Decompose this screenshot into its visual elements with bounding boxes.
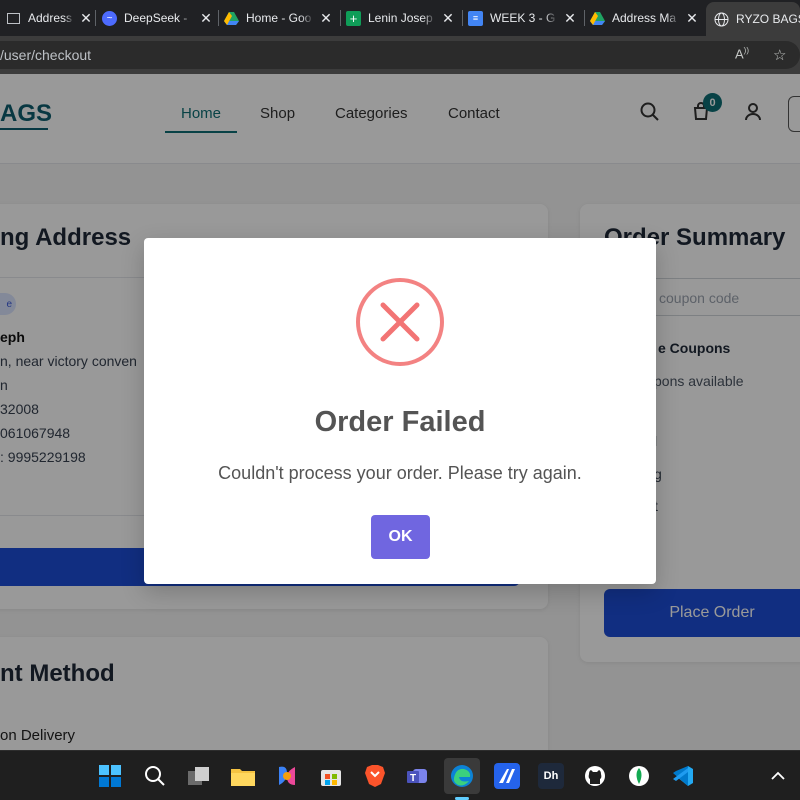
chevron-up-icon[interactable] xyxy=(765,763,791,789)
dialog-title: Order Failed xyxy=(314,406,486,438)
svg-text:T: T xyxy=(410,773,416,784)
google-drive-icon xyxy=(224,11,239,26)
file-explorer-icon[interactable] xyxy=(230,763,256,789)
close-tab-icon[interactable]: ✕ xyxy=(440,10,456,27)
dbeaver-icon[interactable]: Dh xyxy=(538,763,564,789)
deepseek-icon: ~ xyxy=(102,10,117,26)
browser-tab[interactable]: Home - Goo ✕ xyxy=(224,2,334,34)
ok-button[interactable]: OK xyxy=(371,515,430,559)
browser-tab-bar: Address Dis ✕ ~ DeepSeek - ✕ Home - Goo … xyxy=(0,0,800,36)
close-tab-icon[interactable]: ✕ xyxy=(562,10,578,27)
favorite-star-icon[interactable]: ☆ xyxy=(773,46,786,64)
browser-tab[interactable]: Address Ma ✕ xyxy=(590,2,700,34)
address-bar: /user/checkout A)) ☆ xyxy=(0,36,800,74)
read-aloud-icon[interactable]: A)) xyxy=(735,46,749,61)
search-icon[interactable] xyxy=(142,763,168,789)
windows-start-icon[interactable] xyxy=(97,763,123,789)
microsoft-store-icon[interactable] xyxy=(318,763,344,789)
mongodb-compass-icon[interactable] xyxy=(494,763,520,789)
brave-icon[interactable] xyxy=(362,763,388,789)
url-field[interactable]: /user/checkout A)) ☆ xyxy=(0,41,800,69)
vscode-icon[interactable] xyxy=(670,763,696,789)
order-failed-dialog: Order Failed Couldn't process your order… xyxy=(144,238,656,584)
error-x-icon xyxy=(356,278,444,366)
copilot-icon[interactable] xyxy=(274,763,300,789)
close-tab-icon[interactable]: ✕ xyxy=(318,10,334,27)
google-sheets-icon: + xyxy=(346,10,361,26)
teams-icon[interactable]: T xyxy=(406,763,432,789)
mongodb-icon[interactable] xyxy=(626,763,652,789)
google-drive-icon xyxy=(590,11,605,26)
browser-tab[interactable]: + Lenin Josep ✕ xyxy=(346,2,456,34)
google-docs-icon: ≡ xyxy=(468,10,483,26)
github-icon[interactable] xyxy=(582,763,608,789)
close-tab-icon[interactable]: ✕ xyxy=(684,10,700,27)
window-icon xyxy=(6,11,21,26)
browser-tab[interactable]: ≡ WEEK 3 - G ✕ xyxy=(468,2,578,34)
close-tab-icon[interactable]: ✕ xyxy=(198,10,214,27)
close-tab-icon[interactable]: ✕ xyxy=(78,10,94,27)
task-view-icon[interactable] xyxy=(186,763,212,789)
dialog-message: Couldn't process your order. Please try … xyxy=(218,463,582,483)
edge-icon[interactable] xyxy=(444,758,480,794)
globe-icon xyxy=(714,12,729,27)
browser-tab-active[interactable]: RYZO BAGS xyxy=(706,2,800,36)
browser-tab[interactable]: ~ DeepSeek - ✕ xyxy=(102,2,214,34)
windows-taskbar: T Dh xyxy=(0,750,800,800)
browser-tab[interactable]: Address Dis ✕ xyxy=(6,2,94,34)
